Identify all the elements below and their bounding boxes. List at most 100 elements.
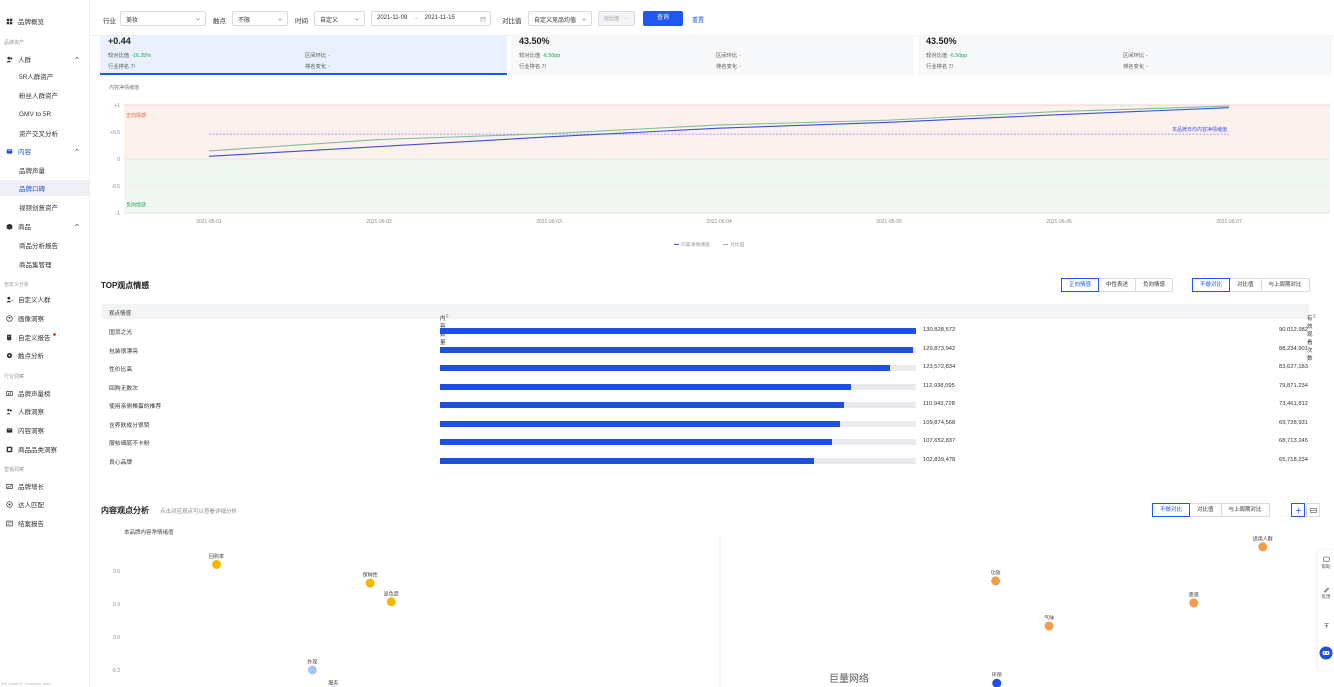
sidebar-item-label: 自定义报告 <box>18 335 51 342</box>
sidebar-item[interactable]: 达人匹配 <box>0 496 90 512</box>
toggle-option[interactable]: 对比值 <box>1189 503 1222 517</box>
period-change-value: - <box>1146 53 1148 59</box>
point-label[interactable]: 功效 <box>991 569 1001 576</box>
effective-views: 73,461,812 <box>1278 401 1308 407</box>
table-row[interactable]: 国货之光 130,828,572 90,012,982 <box>101 322 1309 340</box>
feedback-button[interactable]: 反馈 <box>1318 586 1334 600</box>
date-range-picker[interactable]: 2021-11-09 → 2021-11-15 <box>371 11 491 26</box>
sidebar-item[interactable]: 品牌口碑 <box>0 180 90 196</box>
sidebar-item[interactable]: 自定义报告 <box>0 329 90 345</box>
case-report-icon <box>6 520 13 527</box>
point-label[interactable]: 环保 <box>992 672 1002 679</box>
metric-card[interactable]: 43.50% 较对比值 -6.50pp 区间环比 - 行业排名 7/排名变化 - <box>918 35 1332 75</box>
scatter-point[interactable] <box>212 559 222 569</box>
query-button[interactable]: 查询 <box>643 11 683 26</box>
legend-label[interactable]: 对比值 <box>730 241 745 248</box>
point-label[interactable]: 适用人群 <box>1253 535 1273 542</box>
point-label[interactable]: 气味 <box>1044 615 1054 622</box>
content-icon <box>6 148 13 155</box>
help-button[interactable]: 帮助 <box>1318 556 1334 570</box>
opinion-name: 良心品牌 <box>109 459 133 466</box>
sidebar-item[interactable]: 人群洞察 <box>0 403 90 419</box>
count-bar <box>440 457 815 464</box>
sidebar-item[interactable]: 品牌增长 <box>0 478 90 494</box>
compare-select[interactable]: 自定义竞品均值 <box>528 11 592 26</box>
sidebar-item[interactable]: 资产交叉分析 <box>0 125 90 141</box>
toggle-option[interactable]: 不做对比 <box>1192 278 1231 292</box>
point-label[interactable]: 外观 <box>307 659 317 666</box>
count-bar-track <box>440 365 916 371</box>
sidebar-item[interactable]: 粉丝人群资产 <box>0 87 90 103</box>
compare-value: 自定义竞品均值 <box>534 18 577 24</box>
scatter-point[interactable] <box>386 597 396 607</box>
touchpoint-value: 不限 <box>238 18 251 24</box>
point-label[interactable]: 回购率 <box>209 553 224 560</box>
toggle-option[interactable]: 负向情感 <box>1135 278 1174 292</box>
table-row[interactable]: 服帖细腻不卡粉 107,652,837 68,713,245 <box>101 433 1309 451</box>
toggle-option[interactable]: 与上周期对比 <box>1220 503 1270 517</box>
table-row[interactable]: 包装很漂亮 129,873,942 88,234,901 <box>101 341 1309 359</box>
rank-change: 排名变化 - <box>305 62 330 70</box>
sidebar-item[interactable]: 触点分析 <box>0 347 90 363</box>
table-row[interactable]: 良心品牌 102,839,478 65,718,234 <box>101 452 1309 470</box>
sidebar-item[interactable]: 商品集管理 <box>0 256 90 272</box>
sidebar-item[interactable]: 视频创意资产 <box>0 199 90 215</box>
table-row[interactable]: 回购无数次 112,938,095 79,871,234 <box>101 378 1309 396</box>
sidebar-item[interactable]: 商品品类洞察 <box>0 441 90 457</box>
sidebar-item[interactable]: 内容洞察 <box>0 422 90 438</box>
back-to-top-button[interactable] <box>1318 622 1334 630</box>
time-mode-select[interactable]: 自定义 <box>314 11 365 26</box>
legend-label[interactable]: 内容净情绪值 <box>681 241 710 248</box>
sidebar-item[interactable]: 品牌概览 <box>0 13 90 29</box>
rank-change: 排名变化 - <box>716 62 741 70</box>
reset-button[interactable]: 重置 <box>692 15 704 24</box>
scatter-point[interactable] <box>1189 598 1199 608</box>
sidebar-item[interactable]: 5R人群资产 <box>0 68 90 84</box>
table-row[interactable]: 含养肤成分很赞 109,874,568 69,728,931 <box>101 415 1309 433</box>
crowd-icon <box>6 408 13 415</box>
sidebar-item[interactable]: 品牌声量榜 <box>0 385 90 401</box>
crosshair-icon <box>1295 507 1301 513</box>
toggle-option[interactable]: 对比值 <box>1229 278 1262 292</box>
rank-change-value: - <box>1146 64 1148 70</box>
assistant-button[interactable] <box>1318 646 1334 661</box>
sidebar-item[interactable]: 内容 <box>0 143 90 159</box>
touchpoint-select[interactable]: 不限 <box>232 11 288 26</box>
toggle-option[interactable]: 与上周期对比 <box>1260 278 1310 292</box>
y-tick-label: +1 <box>114 103 120 109</box>
sidebar-item[interactable]: 画像洞察 <box>0 310 90 326</box>
scatter-point[interactable] <box>1258 542 1268 552</box>
sort-icon: ⇕ <box>1312 314 1317 320</box>
toggle-option[interactable]: 不做对比 <box>1152 503 1191 517</box>
point-label[interactable]: 质感 <box>1189 591 1199 598</box>
rank-change-value: - <box>739 64 741 70</box>
toggle-option[interactable]: 正向情感 <box>1061 278 1100 292</box>
sidebar-item[interactable]: 人群 <box>0 51 90 67</box>
scatter-point[interactable] <box>992 678 1002 687</box>
scatter-point[interactable] <box>365 578 375 588</box>
sidebar-item[interactable]: 商品 <box>0 218 90 234</box>
toggle-option[interactable]: 中性表述 <box>1098 278 1137 292</box>
effective-views: 65,718,234 <box>1278 456 1308 463</box>
sidebar-item[interactable]: 自定义人群 <box>0 291 90 307</box>
sidebar-item[interactable]: 品牌声量 <box>0 162 90 178</box>
industry-select[interactable]: 美妆 <box>120 11 206 26</box>
compare-sub-select[interactable]: 对比值 ··· <box>598 11 635 26</box>
scatter-point[interactable] <box>307 665 317 675</box>
sidebar-item[interactable]: 商品分析报告 <box>0 237 90 253</box>
table-row[interactable]: 使用亲侧棒蛋的推荐 110,943,728 73,461,812 <box>101 396 1309 414</box>
table-row[interactable]: 性价比高 123,572,834 83,627,183 <box>101 359 1309 377</box>
count-bar-track <box>440 402 916 408</box>
sidebar-item[interactable]: GMV to 5R <box>0 106 90 122</box>
scatter-point[interactable] <box>1044 621 1054 631</box>
time-label: 时间 <box>295 18 308 25</box>
metric-card[interactable]: +0.44 较对比值 -16.35% 区间环比 - 行业排名 7/排名变化 - <box>100 35 507 75</box>
table-view-button[interactable] <box>1306 503 1320 517</box>
scatter-view-button[interactable] <box>1291 503 1305 517</box>
point-label[interactable]: 保鲜性 <box>363 572 378 579</box>
sidebar-item[interactable]: 结案报告 <box>0 515 90 531</box>
scatter-point[interactable] <box>991 576 1001 586</box>
point-label[interactable]: 服务 <box>328 679 338 686</box>
point-label[interactable]: 显色度 <box>384 590 399 597</box>
metric-card[interactable]: 43.50% 较对比值 -6.50pp 区间环比 - 行业排名 7/排名变化 - <box>511 35 914 75</box>
